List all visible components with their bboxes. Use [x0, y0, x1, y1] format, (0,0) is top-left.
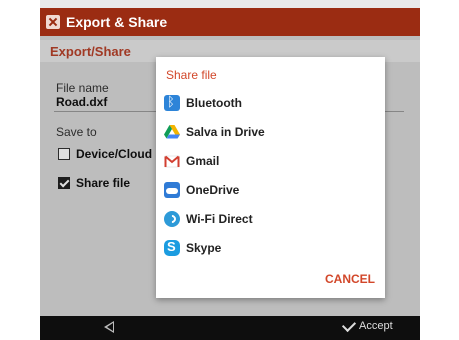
app-close-icon[interactable] — [46, 15, 60, 29]
share-option-onedrive[interactable]: OneDrive — [164, 179, 239, 201]
wifi-direct-icon — [164, 211, 180, 227]
check-icon — [341, 317, 357, 333]
share-option-drive[interactable]: Salva in Drive — [164, 121, 265, 143]
skype-icon — [164, 239, 180, 256]
accept-label: Accept — [359, 320, 393, 332]
share-option-skype[interactable]: Skype — [164, 237, 221, 259]
share-option-label: OneDrive — [186, 183, 240, 197]
gmail-icon — [164, 153, 180, 169]
share-option-gmail[interactable]: Gmail — [164, 150, 219, 172]
share-file-dialog: Share file Bluetooth Salva in Drive — [156, 57, 385, 298]
system-nav-bar: Accept — [40, 316, 420, 340]
share-option-label: Wi-Fi Direct — [186, 212, 253, 226]
share-option-wifi-direct[interactable]: Wi-Fi Direct — [164, 208, 253, 230]
bluetooth-icon — [164, 95, 180, 111]
back-icon[interactable] — [104, 321, 114, 333]
title-bar: Export & Share — [40, 8, 420, 36]
share-option-label: Salva in Drive — [186, 125, 265, 139]
share-option-label: Bluetooth — [186, 96, 242, 110]
share-option-label: Skype — [186, 241, 222, 255]
google-drive-icon — [164, 124, 180, 140]
window-title: Export & Share — [66, 14, 168, 30]
accept-button[interactable]: Accept — [341, 317, 393, 333]
app-screen: Export & Share Export/Share File name Ro… — [40, 0, 420, 340]
share-option-label: Gmail — [186, 154, 220, 168]
dialog-title: Share file — [166, 68, 217, 82]
share-option-bluetooth[interactable]: Bluetooth — [164, 92, 242, 114]
onedrive-icon — [164, 182, 180, 198]
cancel-button[interactable]: CANCEL — [325, 272, 375, 286]
